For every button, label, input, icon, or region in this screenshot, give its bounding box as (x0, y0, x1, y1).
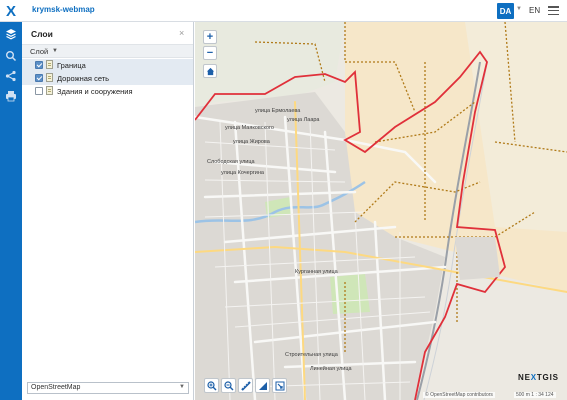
layer-checkbox[interactable] (35, 74, 43, 82)
map-attribution[interactable]: © OpenStreetMap contributors (423, 392, 495, 398)
map-canvas[interactable]: улица Ермолаева улица Маяковского улица … (195, 22, 567, 400)
chevron-down-icon[interactable]: ▼ (179, 384, 185, 390)
street-label: Слободская улица (207, 159, 255, 165)
street-label: Курганная улица (295, 269, 338, 275)
measure-distance-icon[interactable] (238, 378, 253, 393)
layer-name: Дорожная сеть (57, 74, 110, 83)
side-rail (0, 22, 22, 400)
layer-row-border[interactable]: Граница (22, 59, 193, 72)
home-icon[interactable] (203, 64, 217, 78)
sort-caret-icon[interactable]: ▼ (52, 48, 58, 54)
layer-name: Граница (57, 61, 86, 70)
street-label: улица Жирова (233, 139, 270, 145)
layer-checkbox[interactable] (35, 87, 43, 95)
layer-icon (46, 60, 53, 69)
language-button-en[interactable]: EN (529, 6, 540, 15)
measure-area-icon[interactable] (255, 378, 270, 393)
layer-checkbox[interactable] (35, 61, 43, 69)
panel-title: Слои (31, 29, 53, 39)
layer-column-label: Слой (30, 47, 49, 56)
nextgis-logo: NEXTGIS (518, 373, 559, 382)
layer-icon (46, 86, 53, 95)
identify-icon[interactable] (272, 378, 287, 393)
basemap-select[interactable]: OpenStreetMap ▼ (27, 382, 189, 394)
street-label: улица Лаара (287, 117, 320, 123)
basemap-value: OpenStreetMap (31, 384, 81, 391)
street-label: Линейная улица (310, 366, 352, 372)
search-icon[interactable] (5, 50, 17, 62)
app-header: X krymsk-webmap DA ▼ EN (0, 0, 567, 22)
app-title[interactable]: krymsk-webmap (32, 5, 95, 14)
zoom-out-button[interactable]: − (203, 46, 217, 60)
layers-panel: Слои × Слой ▼ Граница Дорожная сеть Здан… (22, 22, 194, 400)
layer-column-header[interactable]: Слой ▼ (22, 44, 193, 58)
street-label: улица Ермолаева (255, 108, 301, 114)
close-icon[interactable]: × (179, 28, 184, 38)
street-label: улица Маяковского (225, 125, 274, 131)
hamburger-menu-icon[interactable] (548, 6, 559, 16)
app-logo[interactable]: X (0, 0, 22, 22)
zoom-out-tool-icon[interactable] (221, 378, 236, 393)
layers-icon[interactable] (5, 28, 17, 40)
layer-icon (46, 73, 53, 82)
language-button-active[interactable]: DA (497, 3, 514, 19)
layer-name: Здания и сооружения (57, 87, 133, 96)
map-tiles (195, 22, 567, 400)
street-label: Строительная улица (285, 352, 338, 358)
layer-row-roads[interactable]: Дорожная сеть (22, 72, 193, 85)
layer-row-buildings[interactable]: Здания и сооружения (22, 85, 193, 98)
chevron-down-icon[interactable]: ▼ (516, 6, 522, 12)
map-scale: 500 m 1 : 34 124 (514, 392, 556, 398)
street-label: улица Кочергина (221, 170, 264, 176)
share-icon[interactable] (5, 70, 17, 82)
zoom-in-button[interactable]: + (203, 30, 217, 44)
print-icon[interactable] (5, 90, 17, 102)
zoom-in-tool-icon[interactable] (204, 378, 219, 393)
